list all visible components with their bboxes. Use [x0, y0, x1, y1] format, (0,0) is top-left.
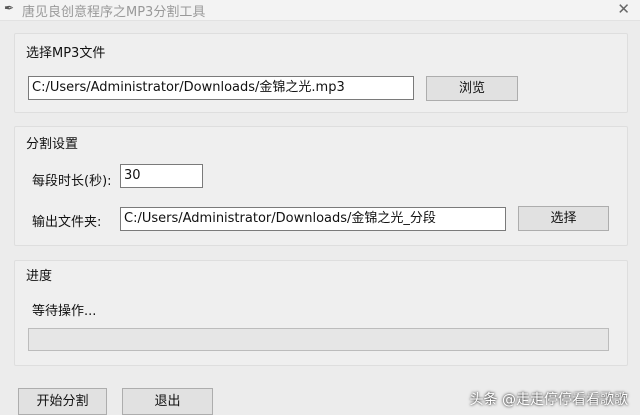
- app-icon: ✒: [4, 1, 15, 15]
- close-icon[interactable]: ✕: [617, 0, 630, 18]
- exit-button[interactable]: 退出: [122, 388, 213, 415]
- watermark-text: 头条 @走走停停看看歌歌: [469, 392, 628, 408]
- mp3-file-path-input[interactable]: C:/Users/Administrator/Downloads/金锦之光.mp…: [28, 76, 414, 100]
- mp3-file-group-label: 选择MP3文件: [26, 46, 106, 61]
- window-title: 唐见良创意程序之MP3分割工具: [22, 5, 206, 20]
- progress-group-label: 进度: [26, 269, 53, 284]
- choose-folder-button[interactable]: 选择: [518, 206, 609, 231]
- progress-bar: [28, 328, 609, 351]
- title-bar: ✒ 唐见良创意程序之MP3分割工具 ✕: [0, 0, 640, 21]
- segment-duration-label: 每段时长(秒):: [32, 174, 112, 189]
- output-folder-label: 输出文件夹:: [32, 215, 102, 230]
- output-folder-input[interactable]: C:/Users/Administrator/Downloads/金锦之光_分段: [120, 207, 506, 231]
- segment-duration-input[interactable]: 30: [120, 164, 203, 188]
- browse-button[interactable]: 浏览: [426, 76, 518, 101]
- start-split-button[interactable]: 开始分割: [18, 388, 107, 415]
- split-settings-group-label: 分割设置: [26, 137, 79, 152]
- mp3-file-group: [14, 33, 628, 113]
- progress-status-text: 等待操作...: [32, 304, 97, 319]
